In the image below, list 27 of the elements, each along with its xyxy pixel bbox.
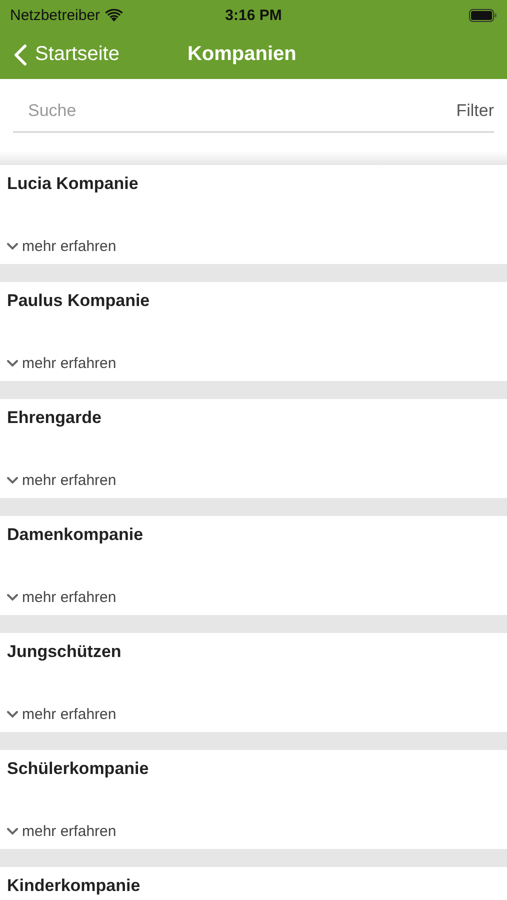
carrier-name: Netzbetreiber — [10, 6, 100, 24]
more-link[interactable]: mehr erfahren — [7, 355, 116, 372]
company-name: Ehrengarde — [7, 408, 102, 428]
more-link[interactable]: mehr erfahren — [7, 823, 116, 840]
search-field[interactable]: Suche — [13, 101, 456, 121]
more-link[interactable]: mehr erfahren — [7, 589, 116, 606]
more-link[interactable]: mehr erfahren — [7, 706, 116, 723]
company-name: Jungschützen — [7, 642, 122, 662]
battery-icon — [469, 8, 497, 22]
company-name: Lucia Kompanie — [7, 174, 140, 194]
chevron-down-icon — [7, 594, 18, 601]
company-name: Schülerkompanie — [7, 759, 150, 779]
filter-button[interactable]: Filter — [456, 101, 494, 121]
company-name: Kinderkompanie — [7, 876, 142, 896]
chevron-down-icon — [7, 477, 18, 484]
chevron-down-icon — [7, 360, 18, 367]
more-link[interactable]: mehr erfahren — [7, 238, 116, 255]
wifi-icon — [105, 8, 124, 22]
status-time: 3:16 PM — [225, 6, 282, 24]
page-title: Kompanien — [187, 43, 296, 66]
more-link[interactable]: mehr erfahren — [7, 472, 116, 489]
company-name: Damenkompanie — [7, 525, 144, 545]
chevron-down-icon — [7, 828, 18, 835]
chevron-down-icon — [7, 711, 18, 718]
chevron-down-icon — [7, 243, 18, 250]
chevron-left-icon — [14, 44, 27, 66]
company-name: Paulus Kompanie — [7, 291, 151, 311]
